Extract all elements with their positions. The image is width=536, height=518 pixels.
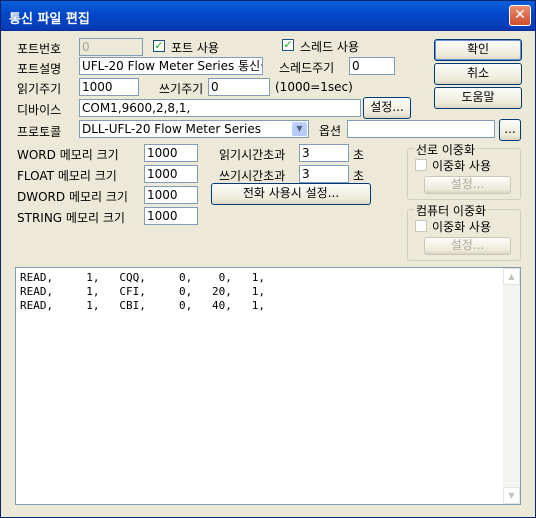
line-redundancy-title: 선로 이중화: [414, 141, 478, 158]
scroll-up-icon[interactable]: ▲: [503, 268, 520, 285]
cycle-unit-note: (1000=1sec): [275, 80, 353, 94]
pc-redundancy-use-label: 이중화 사용: [432, 220, 492, 234]
line-redundancy-group: 선로 이중화 이중화 사용 설정...: [407, 141, 521, 200]
dword-memory-label: DWORD 메모리 크기: [17, 190, 128, 204]
option-label: 옵션: [319, 124, 342, 138]
comm-file-edit-dialog: 통신 파일 편집 ✕ 확인 취소 도움말 포트번호 0 ✓ 포트 사용 ✓ 스레…: [0, 0, 536, 518]
vertical-scrollbar[interactable]: ▲ ▼: [503, 268, 520, 504]
use-thread-label: 스레드 사용: [300, 40, 360, 54]
port-desc-field[interactable]: UFL-20 Flow Meter Series 통신설: [79, 57, 263, 75]
option-browse-button[interactable]: ...: [499, 119, 521, 141]
protocol-select[interactable]: DLL-UFL-20 Flow Meter Series ▼: [79, 120, 309, 138]
script-editor[interactable]: READ, 1, CQQ, 0, 0, 1, READ, 1, CFI, 0, 2…: [15, 267, 521, 505]
scroll-down-icon[interactable]: ▼: [503, 487, 520, 504]
thread-cycle-field[interactable]: 0: [349, 57, 395, 75]
port-desc-label: 포트설명: [17, 62, 62, 76]
script-line: READ, 1, CFI, 0, 20, 1,: [20, 285, 266, 298]
dword-memory-field[interactable]: 1000: [144, 186, 198, 204]
pc-redundancy-title: 컴퓨터 이중화: [414, 202, 489, 219]
line-redundancy-settings-button[interactable]: 설정...: [424, 176, 511, 194]
word-memory-field[interactable]: 1000: [144, 144, 198, 162]
read-timeout-unit: 초: [353, 148, 365, 162]
write-cycle-label: 쓰기주기: [159, 82, 204, 96]
line-redundancy-use-label: 이중화 사용: [432, 159, 492, 173]
script-line: READ, 1, CQQ, 0, 0, 1,: [20, 271, 266, 284]
read-cycle-label: 읽기주기: [17, 82, 62, 96]
device-field[interactable]: COM1,9600,2,8,1,: [79, 99, 361, 117]
phone-settings-button[interactable]: 전화 사용시 설정...: [211, 183, 371, 205]
device-settings-button[interactable]: 설정...: [363, 97, 411, 119]
read-cycle-field[interactable]: 1000: [79, 78, 139, 96]
string-memory-field[interactable]: 1000: [144, 207, 198, 225]
use-port-checkbox[interactable]: ✓: [153, 40, 165, 52]
use-port-label: 포트 사용: [171, 41, 219, 55]
help-button[interactable]: 도움말: [434, 87, 522, 109]
float-memory-label: FLOAT 메모리 크기: [17, 169, 117, 183]
script-content: READ, 1, CQQ, 0, 0, 1, READ, 1, CFI, 0, 2…: [20, 271, 265, 313]
port-number-label: 포트번호: [17, 42, 62, 56]
title-bar[interactable]: 통신 파일 편집 ✕: [1, 1, 535, 31]
option-field[interactable]: [347, 120, 495, 138]
pc-redundancy-group: 컴퓨터 이중화 이중화 사용 설정...: [407, 202, 521, 261]
protocol-label: 프로토콜: [17, 125, 62, 139]
close-button[interactable]: ✕: [509, 5, 531, 26]
dropdown-arrow-icon[interactable]: ▼: [292, 122, 307, 136]
port-number-field[interactable]: 0: [79, 38, 143, 56]
thread-cycle-label: 스레드주기: [279, 61, 335, 75]
script-line: READ, 1, CBI, 0, 40, 1,: [20, 299, 266, 312]
write-timeout-field[interactable]: 3: [299, 165, 349, 183]
read-timeout-field[interactable]: 3: [299, 144, 349, 162]
string-memory-label: STRING 메모리 크기: [17, 211, 125, 225]
pc-redundancy-checkbox[interactable]: [415, 220, 427, 232]
pc-redundancy-settings-button[interactable]: 설정...: [424, 237, 511, 255]
window-title: 통신 파일 편집: [9, 12, 90, 27]
cancel-button[interactable]: 취소: [434, 63, 522, 85]
word-memory-label: WORD 메모리 크기: [17, 148, 119, 162]
float-memory-field[interactable]: 1000: [144, 165, 198, 183]
device-label: 디바이스: [17, 103, 62, 117]
use-thread-checkbox[interactable]: ✓: [282, 39, 294, 51]
write-timeout-label: 쓰기시간초과: [219, 169, 286, 183]
read-timeout-label: 읽기시간초과: [219, 148, 286, 162]
write-cycle-field[interactable]: 0: [208, 78, 270, 96]
write-timeout-unit: 초: [353, 169, 365, 183]
protocol-value: DLL-UFL-20 Flow Meter Series: [82, 122, 261, 136]
line-redundancy-checkbox[interactable]: [415, 159, 427, 171]
ok-button[interactable]: 확인: [434, 39, 522, 61]
